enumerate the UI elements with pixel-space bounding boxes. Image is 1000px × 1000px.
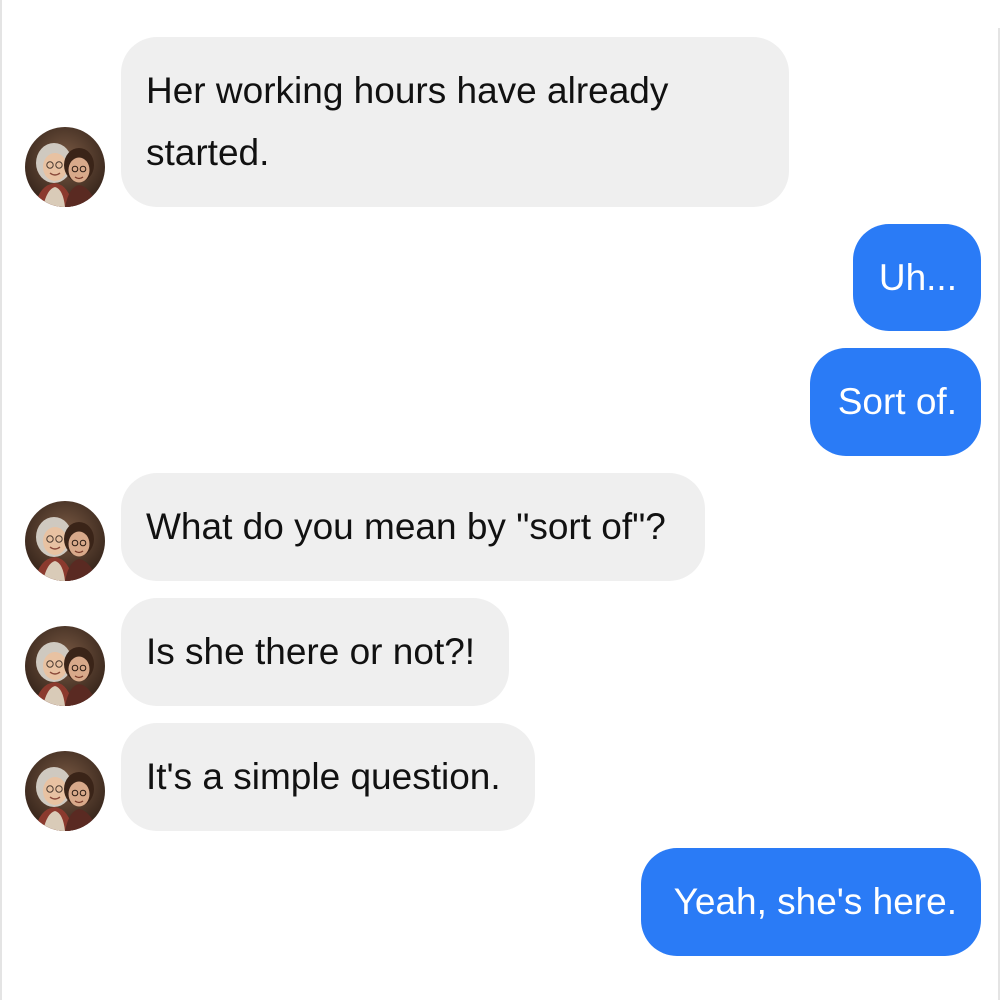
message-text: Is she there or not?! xyxy=(146,631,476,672)
contact-avatar[interactable] xyxy=(25,751,105,831)
left-edge-divider xyxy=(0,0,2,1000)
contact-avatar[interactable] xyxy=(25,501,105,581)
contact-photo-icon xyxy=(25,501,105,581)
message-bubble[interactable]: Uh... xyxy=(853,224,981,331)
message-text-line: started. xyxy=(146,132,270,173)
message-bubble[interactable]: What do you mean by "sort of"? xyxy=(121,473,705,581)
message-text: It's a simple question. xyxy=(146,756,501,797)
message-bubble[interactable]: Sort of. xyxy=(810,348,981,456)
message-bubble[interactable]: Yeah, she's here. xyxy=(641,848,981,956)
message-bubble[interactable]: Is she there or not?! xyxy=(121,598,509,706)
contact-avatar[interactable] xyxy=(25,127,105,207)
contact-photo-icon xyxy=(25,751,105,831)
message-text: Uh... xyxy=(878,257,957,298)
message-text-line: Her working hours have already xyxy=(146,70,669,111)
contact-photo-icon xyxy=(25,626,105,706)
message-text: Yeah, she's here. xyxy=(673,881,957,922)
message-bubble[interactable]: Her working hours have already started. xyxy=(121,37,789,207)
message-bubble[interactable]: It's a simple question. xyxy=(121,723,535,831)
message-text: Sort of. xyxy=(837,381,957,422)
message-text: What do you mean by "sort of"? xyxy=(146,506,666,547)
contact-photo-icon xyxy=(25,127,105,207)
contact-avatar[interactable] xyxy=(25,626,105,706)
